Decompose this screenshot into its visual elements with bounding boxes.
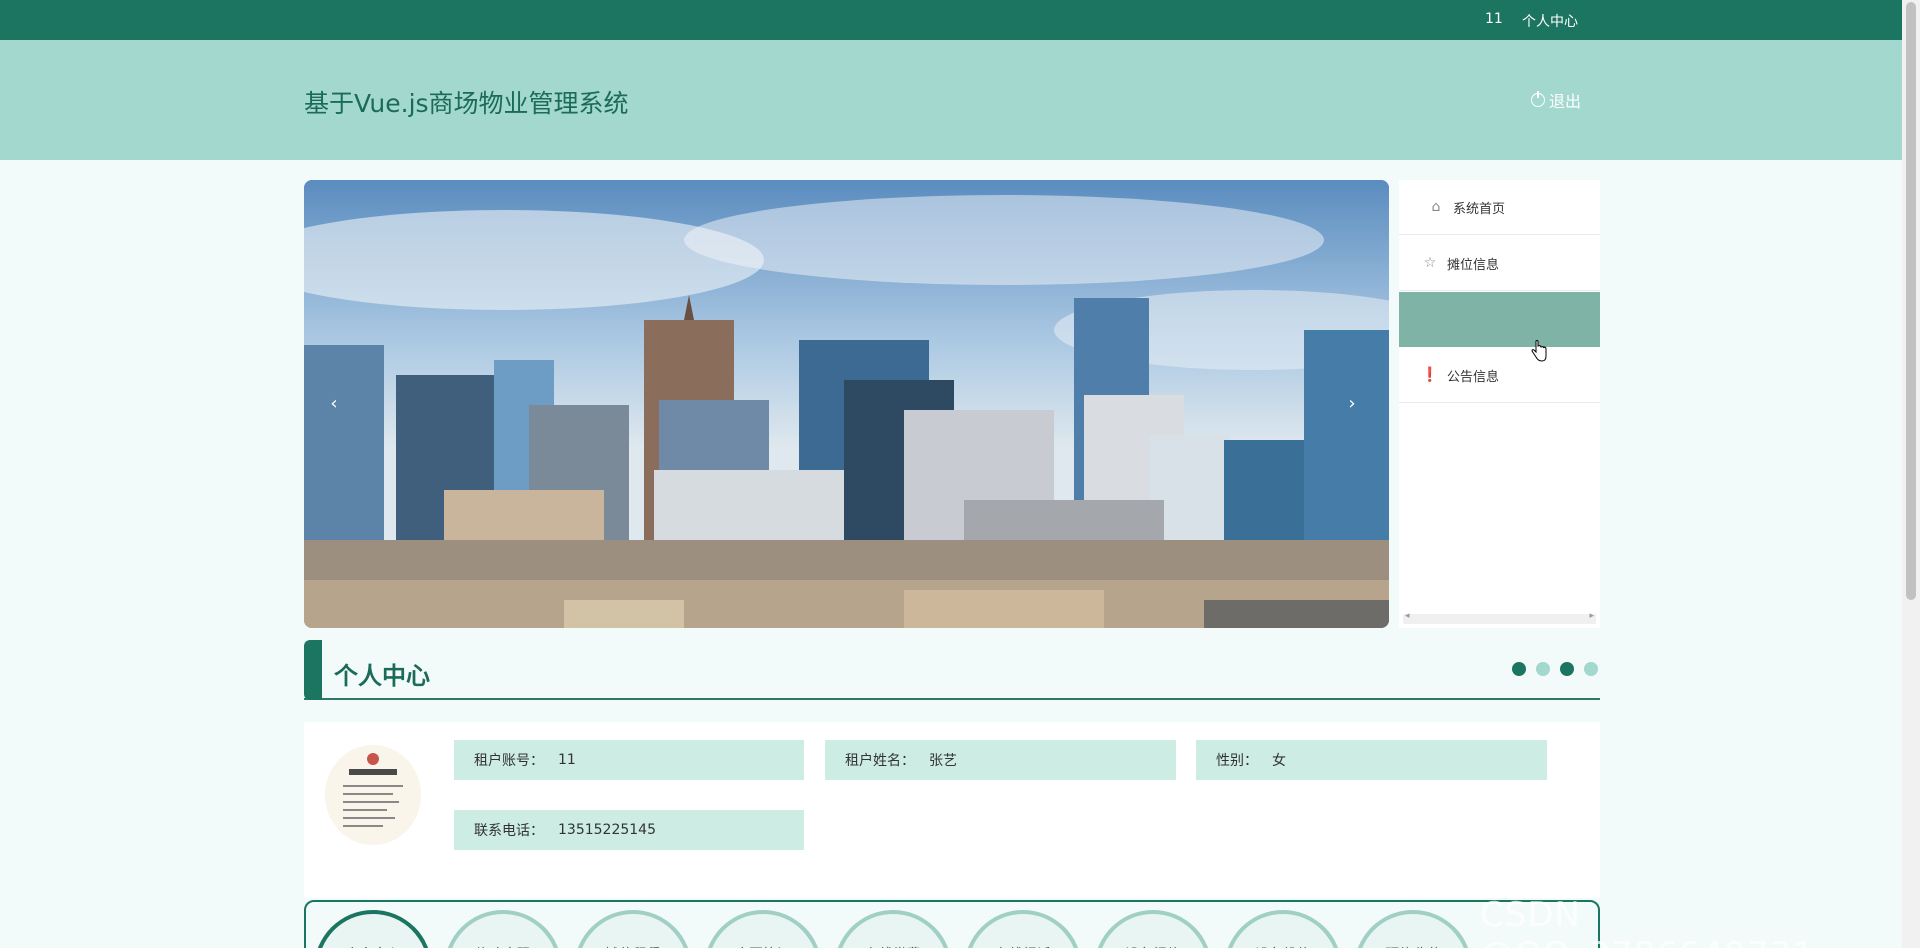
business-license-image xyxy=(325,745,421,845)
menu-item-hovered[interactable] xyxy=(1399,292,1600,347)
menu-item-stall-info[interactable]: ☆ 摊位信息 xyxy=(1399,236,1600,291)
phone-label: 联系电话： xyxy=(474,823,544,839)
name-value: 张艺 xyxy=(929,753,957,769)
avatar[interactable] xyxy=(325,745,421,845)
power-icon xyxy=(1531,91,1545,107)
menu-item-label: 系统首页 xyxy=(1453,201,1506,217)
home-icon: ⌂ xyxy=(1431,199,1441,215)
logout-label: 退出 xyxy=(1549,92,1582,111)
watermark-text: CSDN @QQ_3786649731 xyxy=(1480,895,1814,948)
logout-button[interactable]: 退出 xyxy=(1531,88,1581,112)
name-label: 租户姓名： xyxy=(845,753,915,769)
phone-value: 13515225145 xyxy=(558,822,656,838)
carousel-prev-button[interactable]: ‹ xyxy=(322,392,346,416)
gender-field: 性别： 女 xyxy=(1196,740,1547,780)
carousel-dot[interactable] xyxy=(1536,662,1550,676)
carousel-dot[interactable] xyxy=(1560,662,1574,676)
carousel-dot[interactable] xyxy=(1512,662,1526,676)
carousel-dot[interactable] xyxy=(1584,662,1598,676)
account-field: 租户账号： 11 xyxy=(454,740,804,780)
site-header: 基于Vue.js商场物业管理系统 退出 xyxy=(0,40,1902,160)
top-bar: 11 个人中心 xyxy=(0,0,1902,40)
info-icon: ❗ xyxy=(1421,367,1439,383)
account-label: 租户账号： xyxy=(474,753,544,769)
username-label: 11 xyxy=(1485,11,1503,27)
menu-horizontal-scrollbar[interactable] xyxy=(1403,611,1596,624)
menu-item-announcements[interactable]: ❗ 公告信息 xyxy=(1399,348,1600,403)
city-skyline-image xyxy=(304,180,1389,628)
account-value: 11 xyxy=(558,752,576,768)
site-title: 基于Vue.js商场物业管理系统 xyxy=(304,89,629,118)
menu-item-label: 公告信息 xyxy=(1447,369,1500,385)
name-field: 租户姓名： 张艺 xyxy=(825,740,1176,780)
carousel-next-button[interactable]: › xyxy=(1340,392,1364,416)
user-center-link[interactable]: 个人中心 xyxy=(1522,11,1578,31)
side-menu: ⌂ 系统首页 ☆ 摊位信息 ❗ 公告信息 xyxy=(1399,180,1600,628)
scrollbar-thumb[interactable] xyxy=(1906,2,1916,600)
gender-label: 性别： xyxy=(1216,753,1258,769)
menu-item-label: 摊位信息 xyxy=(1447,257,1500,273)
section-header: 个人中心 xyxy=(304,640,1600,700)
page-scrollbar[interactable] xyxy=(1902,0,1920,948)
section-title: 个人中心 xyxy=(334,662,430,690)
carousel-indicators xyxy=(1512,662,1598,676)
star-icon: ☆ xyxy=(1423,255,1437,271)
menu-item-home[interactable]: ⌂ 系统首页 xyxy=(1399,180,1600,235)
gender-value: 女 xyxy=(1272,753,1286,769)
hand-cursor-icon xyxy=(1531,340,1547,362)
banner-carousel[interactable]: ‹ › xyxy=(304,180,1389,628)
section-accent-bar xyxy=(304,640,322,700)
phone-field: 联系电话： 13515225145 xyxy=(454,810,804,850)
